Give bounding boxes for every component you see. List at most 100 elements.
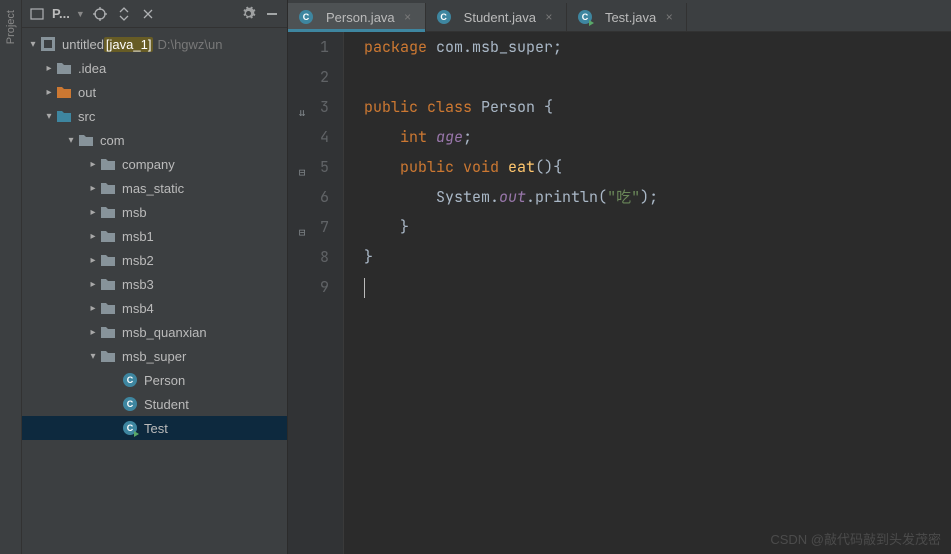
chevron-right-icon[interactable]: ▸ — [86, 183, 100, 194]
target-icon[interactable] — [91, 5, 109, 23]
fold-close-icon[interactable]: ⊟ — [295, 218, 309, 248]
tree-item-src[interactable]: ▾ src — [22, 104, 287, 128]
folder-out-icon — [56, 84, 72, 100]
class-icon: C — [298, 9, 314, 25]
tree-item-msb-quanxian[interactable]: ▸ msb_quanxian — [22, 320, 287, 344]
line-number[interactable]: 1 — [288, 32, 329, 62]
tab-test[interactable]: C Test.java × — [567, 3, 687, 31]
fold-open-icon[interactable]: ⊟ — [295, 158, 309, 188]
root-path: D:\hgwz\un — [157, 37, 222, 52]
tab-student[interactable]: C Student.java × — [426, 3, 567, 31]
tree-label: mas_static — [122, 181, 184, 196]
project-sidebar: P... ▼ ▾ untitled [java_1] D:\hgwz\un ▸.… — [22, 0, 288, 554]
chevron-down-icon[interactable]: ▾ — [86, 351, 100, 362]
class-icon: C — [436, 9, 452, 25]
line-number[interactable]: 9 — [288, 272, 329, 302]
folder-src-icon — [56, 108, 72, 124]
code-line[interactable]: System.out.println("吃"); — [364, 182, 951, 212]
project-tree[interactable]: ▾ untitled [java_1] D:\hgwz\un ▸ .idea ▸ o… — [22, 28, 287, 554]
tree-label: msb4 — [122, 301, 154, 316]
code-line[interactable]: public class Person { — [364, 92, 951, 122]
tree-item-student[interactable]: CStudent — [22, 392, 287, 416]
tree-label: msb_quanxian — [122, 325, 207, 340]
code-line[interactable] — [364, 62, 951, 92]
tree-item-idea[interactable]: ▸ .idea — [22, 56, 287, 80]
tree-label: msb3 — [122, 277, 154, 292]
tree-item-msb3[interactable]: ▸ msb3 — [22, 272, 287, 296]
chevron-down-icon[interactable]: ▾ — [64, 135, 78, 146]
implements-gutter-icon[interactable]: ⇊ — [295, 98, 309, 128]
tree-label: msb2 — [122, 253, 154, 268]
code-line[interactable]: int age; — [364, 122, 951, 152]
tree-label: Student — [144, 397, 189, 412]
chevron-right-icon[interactable]: ▸ — [86, 327, 100, 338]
code-line[interactable] — [364, 272, 951, 302]
tree-label: company — [122, 157, 175, 172]
class-icon: C — [122, 372, 138, 388]
tree-item-test[interactable]: CTest — [22, 416, 287, 440]
folder-icon — [100, 204, 116, 220]
class-run-icon: C — [122, 420, 138, 436]
chevron-right-icon[interactable]: ▸ — [86, 279, 100, 290]
project-dropdown-icon[interactable] — [28, 5, 46, 23]
tree-label: out — [78, 85, 96, 100]
code-line[interactable]: public void eat(){ — [364, 152, 951, 182]
chevron-right-icon[interactable]: ▸ — [86, 231, 100, 242]
root-module: [java_1] — [104, 37, 154, 52]
tree-item-person[interactable]: C Person — [22, 368, 287, 392]
sidebar-toolbar: P... ▼ — [22, 0, 287, 28]
hide-icon[interactable] — [263, 5, 281, 23]
code-editor[interactable]: ⇊ ⊟ ⊟ 123456789 package com.msb_super;pu… — [288, 32, 951, 554]
tree-item-mas-static[interactable]: ▸ mas_static — [22, 176, 287, 200]
line-gutter[interactable]: ⇊ ⊟ ⊟ 123456789 — [288, 32, 344, 554]
chevron-down-icon[interactable]: ▾ — [42, 111, 56, 122]
dropdown-arrow-icon[interactable]: ▼ — [76, 9, 85, 19]
tree-item-msb4[interactable]: ▸ msb4 — [22, 296, 287, 320]
tree-label: Person — [144, 373, 185, 388]
code-line[interactable]: } — [364, 212, 951, 242]
tree-item-company[interactable]: ▸ company — [22, 152, 287, 176]
line-number[interactable]: 2 — [288, 62, 329, 92]
project-tool-label[interactable]: Project — [5, 10, 17, 44]
chevron-right-icon[interactable]: ▸ — [42, 63, 56, 74]
close-icon[interactable]: × — [542, 10, 556, 24]
root-name: untitled — [62, 37, 104, 52]
folder-icon — [100, 228, 116, 244]
tab-label: Person.java — [326, 10, 395, 25]
close-icon[interactable]: × — [401, 10, 415, 24]
folder-icon — [100, 252, 116, 268]
tree-label: msb1 — [122, 229, 154, 244]
tab-label: Test.java — [605, 10, 656, 25]
chevron-right-icon[interactable]: ▸ — [86, 303, 100, 314]
collapse-all-icon[interactable] — [139, 5, 157, 23]
tree-label: com — [100, 133, 125, 148]
tree-item-msb[interactable]: ▸msb — [22, 200, 287, 224]
tab-person[interactable]: C Person.java × — [288, 3, 426, 31]
editor-area: C Person.java × C Student.java × C Test.… — [288, 0, 951, 554]
code-line[interactable]: package com.msb_super; — [364, 32, 951, 62]
tab-label: Student.java — [464, 10, 536, 25]
chevron-right-icon[interactable]: ▸ — [86, 207, 100, 218]
tree-label: src — [78, 109, 95, 124]
tree-item-out[interactable]: ▸ out — [22, 80, 287, 104]
folder-icon — [100, 348, 116, 364]
code-body[interactable]: package com.msb_super;public class Perso… — [344, 32, 951, 554]
folder-icon — [100, 324, 116, 340]
chevron-down-icon[interactable]: ▾ — [26, 39, 40, 50]
tree-root[interactable]: ▾ untitled [java_1] D:\hgwz\un — [22, 32, 287, 56]
project-view-label[interactable]: P... — [52, 6, 70, 21]
editor-tabs: C Person.java × C Student.java × C Test.… — [288, 0, 951, 32]
tree-item-msb2[interactable]: ▸ msb2 — [22, 248, 287, 272]
close-icon[interactable]: × — [662, 10, 676, 24]
code-line[interactable]: } — [364, 242, 951, 272]
tree-item-com[interactable]: ▾ com — [22, 128, 287, 152]
tree-label: .idea — [78, 61, 106, 76]
tool-window-strip: Project — [0, 0, 22, 554]
tree-item-msb1[interactable]: ▸ msb1 — [22, 224, 287, 248]
chevron-right-icon[interactable]: ▸ — [42, 87, 56, 98]
chevron-right-icon[interactable]: ▸ — [86, 159, 100, 170]
expand-all-icon[interactable] — [115, 5, 133, 23]
chevron-right-icon[interactable]: ▸ — [86, 255, 100, 266]
gear-icon[interactable] — [239, 5, 257, 23]
tree-item-msb-super[interactable]: ▾msb_super — [22, 344, 287, 368]
